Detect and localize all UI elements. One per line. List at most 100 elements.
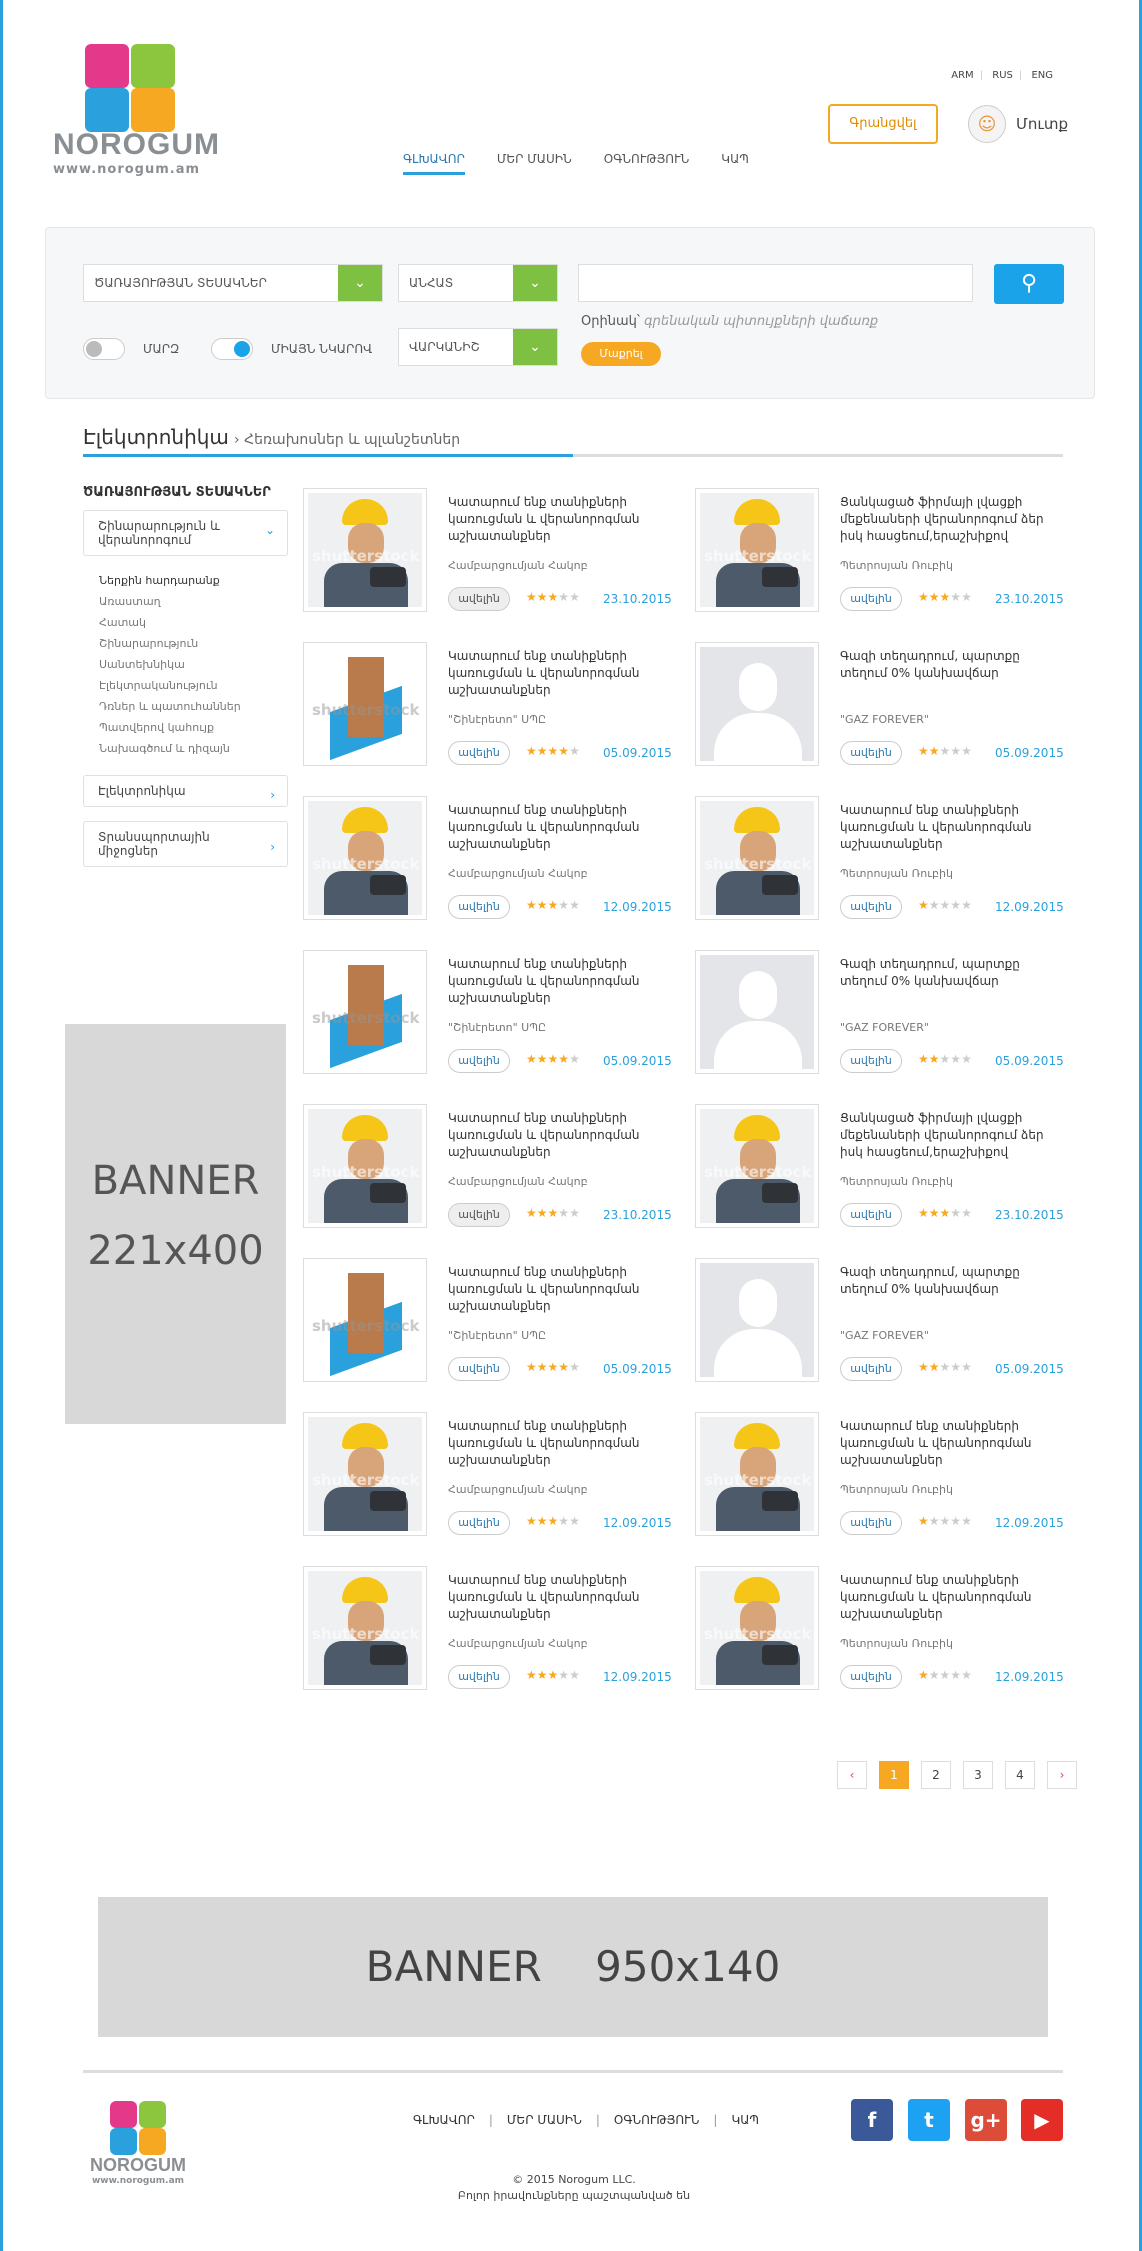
- more-button[interactable]: ավելին: [448, 895, 510, 919]
- listing-card[interactable]: shutterstock Կատարում ենք տանիքների կառու…: [303, 1258, 683, 1398]
- page-2[interactable]: 2: [921, 1761, 951, 1789]
- sidebar-subitem[interactable]: Նախագծում և դիզայն: [99, 738, 288, 759]
- more-button[interactable]: ավելին: [840, 587, 902, 611]
- listing-card[interactable]: Գազի տեղադրում, պարտքը տեղում 0% կանխավճ…: [695, 1258, 1075, 1398]
- sidebar-subitem[interactable]: Ներքին հարդարանք: [99, 570, 288, 591]
- listing-card[interactable]: shutterstock Կատարում ենք տանիքների կառու…: [303, 1566, 683, 1706]
- more-button[interactable]: ավելին: [448, 1665, 510, 1689]
- facebook-icon[interactable]: f: [851, 2099, 893, 2141]
- lang-eng[interactable]: ENG: [1031, 70, 1053, 81]
- clear-button[interactable]: Մաքրել: [581, 342, 661, 366]
- listing-image[interactable]: shutterstock: [303, 642, 427, 766]
- sidebar-subitem[interactable]: Սանտեխնիկա: [99, 654, 288, 675]
- register-button[interactable]: Գրանցվել: [828, 104, 938, 144]
- footer-nav-about[interactable]: ՄԵՐ ՄԱՍԻՆ: [507, 2113, 582, 2127]
- listing-image[interactable]: shutterstock: [695, 796, 819, 920]
- category-select[interactable]: ԾԱՌԱՅՈՒԹՅԱՆ ՏԵՍԱԿՆԵՐ ⌄: [83, 264, 383, 302]
- prev-page-button[interactable]: ‹: [837, 1761, 867, 1789]
- sidebar-group-transport[interactable]: Տրանսպորտային միջոցներ ›: [83, 821, 288, 867]
- more-button[interactable]: ավելին: [840, 895, 902, 919]
- listing-image[interactable]: shutterstock: [695, 1412, 819, 1536]
- more-button[interactable]: ավելին: [840, 1049, 902, 1073]
- listing-image[interactable]: shutterstock: [303, 1104, 427, 1228]
- search-input[interactable]: [578, 264, 973, 302]
- sidebar-subitem[interactable]: Էլեկտրականություն: [99, 675, 288, 696]
- sidebar-group-construction[interactable]: Շինարարություն և վերանորոգում ⌄: [83, 510, 288, 556]
- listing-image[interactable]: shutterstock: [303, 1412, 427, 1536]
- listing-card[interactable]: shutterstock Ցանկացած ֆիրմայի լվացքի մեքե…: [695, 1104, 1075, 1244]
- sidebar-subitem[interactable]: Պատվերով կահույք: [99, 717, 288, 738]
- listing-title[interactable]: Կատարում ենք տանիքների կառուցման և վերան…: [448, 1264, 668, 1315]
- listing-image[interactable]: shutterstock: [695, 488, 819, 612]
- listing-title[interactable]: Կատարում ենք տանիքների կառուցման և վերան…: [840, 1418, 1060, 1469]
- lang-arm[interactable]: ARM: [951, 70, 973, 81]
- lang-rus[interactable]: RUS: [992, 70, 1013, 81]
- more-button[interactable]: ավելին: [448, 1357, 510, 1381]
- footer-nav-contact[interactable]: ԿԱՊ: [731, 2113, 759, 2127]
- sidebar-group-electronics[interactable]: Էլեկտրոնիկա ›: [83, 775, 288, 807]
- more-button[interactable]: ավելին: [448, 1203, 510, 1227]
- listing-title[interactable]: Գազի տեղադրում, պարտքը տեղում 0% կանխավճ…: [840, 648, 1060, 682]
- twitter-icon[interactable]: t: [908, 2099, 950, 2141]
- page-1[interactable]: 1: [879, 1761, 909, 1789]
- breadcrumb-main[interactable]: Էլեկտրոնիկա: [83, 425, 229, 449]
- listing-image[interactable]: [695, 642, 819, 766]
- nav-home[interactable]: ԳԼԽԱՎՈՐ: [403, 152, 465, 175]
- listing-image[interactable]: [695, 950, 819, 1074]
- listing-card[interactable]: shutterstock Կատարում ենք տանիքների կառու…: [695, 1566, 1075, 1706]
- location-select[interactable]: ԱՆՀԱՏ ⌄: [398, 264, 558, 302]
- photo-only-toggle[interactable]: ՄԻԱՅՆ ՆԿԱՐՈՎ: [211, 338, 372, 360]
- listing-title[interactable]: Կատարում ենք տանիքների կառուցման և վերան…: [448, 494, 668, 545]
- listing-card[interactable]: shutterstock Կատարում ենք տանիքների կառու…: [303, 488, 683, 628]
- listing-image[interactable]: shutterstock: [695, 1566, 819, 1690]
- listing-title[interactable]: Կատարում ենք տանիքների կառուցման և վերան…: [448, 1110, 668, 1161]
- nav-about[interactable]: ՄԵՐ ՄԱՍԻՆ: [497, 152, 572, 175]
- more-button[interactable]: ավելին: [840, 1511, 902, 1535]
- breadcrumb-sub[interactable]: Հեռախոսներ և պլանշետներ: [244, 432, 460, 448]
- listing-title[interactable]: Կատարում ենք տանիքների կառուցման և վերան…: [448, 1418, 668, 1469]
- sidebar-subitem[interactable]: Հատակ: [99, 612, 288, 633]
- listing-title[interactable]: Կատարում ենք տանիքների կառուցման և վերան…: [448, 1572, 668, 1623]
- listing-title[interactable]: Կատարում ենք տանիքների կառուցման և վերան…: [840, 1572, 1060, 1623]
- listing-image[interactable]: [695, 1258, 819, 1382]
- listing-card[interactable]: shutterstock Կատարում ենք տանիքների կառու…: [303, 642, 683, 782]
- more-button[interactable]: ավելին: [448, 741, 510, 765]
- listing-title[interactable]: Կատարում ենք տանիքների կառուցման և վերան…: [448, 802, 668, 853]
- youtube-icon[interactable]: ▶: [1021, 2099, 1063, 2141]
- listing-title[interactable]: Գազի տեղադրում, պարտքը տեղում 0% կանխավճ…: [840, 956, 1060, 990]
- listing-card[interactable]: Գազի տեղադրում, պարտքը տեղում 0% կանխավճ…: [695, 950, 1075, 1090]
- search-button[interactable]: ⚲: [994, 264, 1064, 304]
- listing-card[interactable]: shutterstock Կատարում ենք տանիքների կառու…: [303, 1104, 683, 1244]
- next-page-button[interactable]: ›: [1047, 1761, 1077, 1789]
- page-3[interactable]: 3: [963, 1761, 993, 1789]
- listing-card[interactable]: shutterstock Ցանկացած ֆիրմայի լվացքի մեքե…: [695, 488, 1075, 628]
- listing-title[interactable]: Կատարում ենք տանիքների կառուցման և վերան…: [448, 648, 668, 699]
- listing-image[interactable]: shutterstock: [303, 1566, 427, 1690]
- listing-image[interactable]: shutterstock: [303, 796, 427, 920]
- google-plus-icon[interactable]: g+: [965, 2099, 1007, 2141]
- more-button[interactable]: ավելին: [840, 1357, 902, 1381]
- more-button[interactable]: ավելին: [840, 1203, 902, 1227]
- listing-card[interactable]: shutterstock Կատարում ենք տանիքների կառու…: [303, 796, 683, 936]
- more-button[interactable]: ավելին: [840, 1665, 902, 1689]
- sidebar-subitem[interactable]: Դռներ և պատուհաններ: [99, 696, 288, 717]
- listing-title[interactable]: Ցանկացած ֆիրմայի լվացքի մեքենաների վերան…: [840, 494, 1060, 545]
- listing-card[interactable]: Գազի տեղադրում, պարտքը տեղում 0% կանխավճ…: [695, 642, 1075, 782]
- listing-title[interactable]: Ցանկացած ֆիրմայի լվացքի մեքենաների վերան…: [840, 1110, 1060, 1161]
- listing-title[interactable]: Գազի տեղադրում, պարտքը տեղում 0% կանխավճ…: [840, 1264, 1060, 1298]
- listing-image[interactable]: shutterstock: [303, 488, 427, 612]
- listing-card[interactable]: shutterstock Կատարում ենք տանիքների կառու…: [695, 1412, 1075, 1552]
- logo[interactable]: NOROGUM www.norogum.am: [53, 26, 219, 177]
- more-button[interactable]: ավելին: [840, 741, 902, 765]
- listing-title[interactable]: Կատարում ենք տանիքների կառուցման և վերան…: [448, 956, 668, 1007]
- listing-card[interactable]: shutterstock Կատարում ենք տանիքների կառու…: [303, 1412, 683, 1552]
- listing-title[interactable]: Կատարում ենք տանիքների կառուցման և վերան…: [840, 802, 1060, 853]
- region-toggle[interactable]: ՄԱՐԶ: [83, 338, 179, 360]
- more-button[interactable]: ավելին: [448, 1511, 510, 1535]
- page-4[interactable]: 4: [1005, 1761, 1035, 1789]
- footer-nav-home[interactable]: ԳԼԽԱՎՈՐ: [413, 2113, 475, 2127]
- banner-side[interactable]: BANNER 221x400: [65, 1024, 286, 1424]
- listing-image[interactable]: shutterstock: [303, 950, 427, 1074]
- more-button[interactable]: ավելին: [448, 1049, 510, 1073]
- sidebar-subitem[interactable]: Շինարարություն: [99, 633, 288, 654]
